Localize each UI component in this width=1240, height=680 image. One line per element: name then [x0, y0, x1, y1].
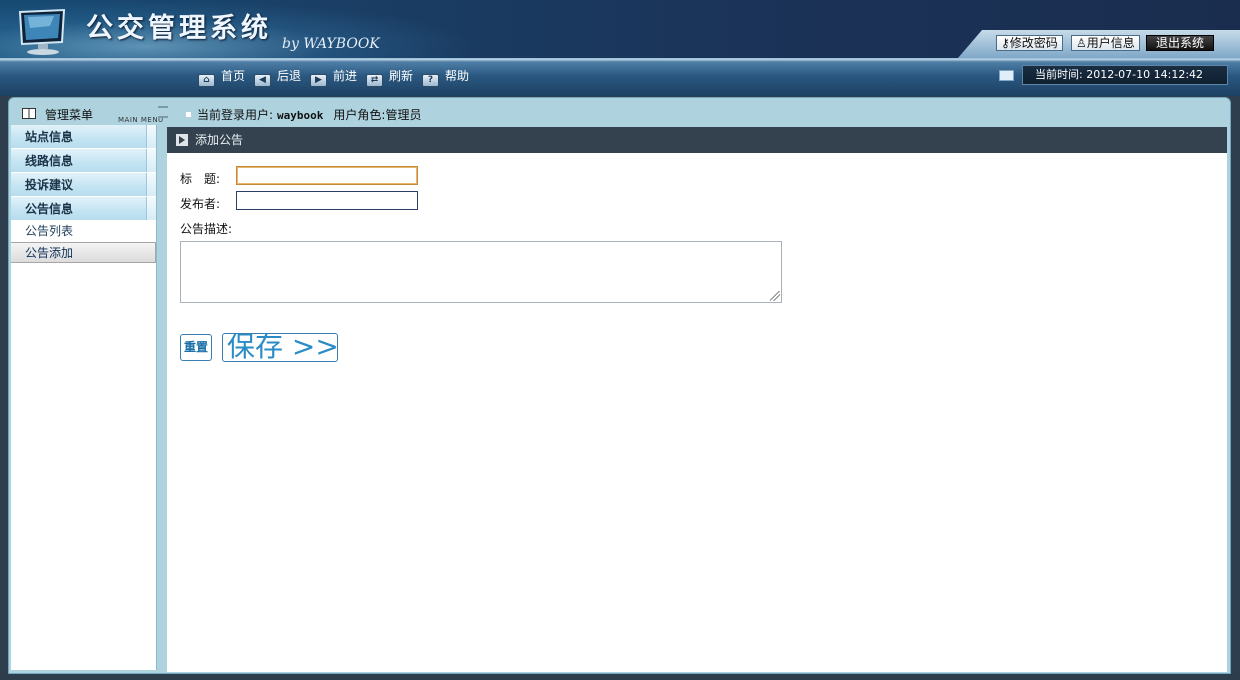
bullet-icon: [186, 112, 191, 117]
monitor-logo-icon: [18, 8, 66, 55]
login-role-value: 管理员: [385, 108, 422, 122]
user-info-label: 用户信息: [1086, 36, 1135, 50]
app-byline: by WAYBOOK: [282, 36, 380, 52]
sidebar-title: 管理菜单: [45, 108, 94, 122]
home-icon: ⌂: [198, 74, 215, 87]
menu-book-icon: [22, 108, 36, 119]
author-label: 发布者:: [180, 197, 221, 211]
reset-button[interactable]: 重置: [180, 334, 212, 361]
arrow-right-icon: ▶: [310, 74, 327, 87]
description-textarea[interactable]: [180, 241, 782, 303]
nav-home-label: 首页: [221, 69, 246, 83]
app-title: 公交管理系统: [86, 13, 272, 44]
nav-back[interactable]: ◀ 后退: [254, 68, 302, 87]
login-role-label: 用户角色:: [333, 108, 386, 122]
sidebar-group-complaints[interactable]: 投诉建议: [11, 173, 156, 197]
main-content: 添加公告 标 题: 发布者: 公告描述: 重置 保存 >>: [167, 127, 1227, 672]
login-info: 当前登录用户: waybook 用户角色:管理员: [186, 106, 421, 123]
screen-icon: [999, 70, 1014, 81]
content-header: 添加公告: [167, 127, 1227, 153]
current-time-value: 2012-07-10 14:12:42: [1086, 68, 1204, 81]
key-icon: ⚷: [1001, 36, 1010, 50]
save-button[interactable]: 保存 >>: [222, 333, 338, 362]
nav-forward[interactable]: ▶ 前进: [310, 68, 358, 87]
resize-grip-icon[interactable]: [770, 291, 780, 301]
sidebar-header: 管理菜单 MAIN MENU: [10, 102, 170, 124]
nav-home[interactable]: ⌂ 首页: [198, 68, 246, 87]
author-input[interactable]: [236, 191, 418, 210]
arrow-left-icon: ◀: [254, 74, 271, 87]
refresh-icon: ⇄: [366, 74, 383, 87]
nav-refresh-label: 刷新: [389, 69, 414, 83]
sidebar-group-stations[interactable]: 站点信息: [11, 125, 156, 149]
sidebar: 站点信息 线路信息 投诉建议 公告信息 公告列表 公告添加: [11, 125, 157, 670]
logout-button[interactable]: 退出系统: [1146, 35, 1214, 51]
user-info-button[interactable]: ♙用户信息: [1071, 35, 1140, 51]
description-label: 公告描述:: [180, 222, 233, 236]
change-password-button[interactable]: ⚷修改密码: [996, 35, 1063, 51]
nav-forward-label: 前进: [333, 69, 358, 83]
nav-refresh[interactable]: ⇄ 刷新: [366, 68, 414, 87]
nav-back-label: 后退: [277, 69, 302, 83]
bottom-border: [0, 674, 1240, 680]
user-icon: ♙: [1076, 36, 1087, 50]
play-icon: [176, 134, 188, 146]
app-header: 公交管理系统 by WAYBOOK ⚷修改密码 ♙用户信息 退出系统 ⌂ 首页 ◀…: [0, 0, 1240, 96]
nav-help[interactable]: ? 帮助: [422, 68, 470, 87]
login-user-value: waybook: [277, 109, 324, 122]
sidebar-group-routes[interactable]: 线路信息: [11, 149, 156, 173]
current-time: 当前时间: 2012-07-10 14:12:42: [1022, 65, 1228, 85]
login-user-label: 当前登录用户:: [197, 108, 274, 122]
sidebar-item-notice-add[interactable]: 公告添加: [11, 242, 156, 263]
title-input[interactable]: [236, 166, 418, 185]
sidebar-item-notice-list[interactable]: 公告列表: [11, 221, 156, 242]
title-label: 标 题:: [180, 172, 221, 186]
nav-help-label: 帮助: [445, 69, 470, 83]
collapse-menu-icon[interactable]: [158, 106, 168, 118]
current-time-label: 当前时间:: [1035, 68, 1083, 81]
change-password-label: 修改密码: [1009, 36, 1058, 50]
content-heading: 添加公告: [195, 133, 244, 147]
sidebar-group-notices[interactable]: 公告信息: [11, 197, 156, 221]
help-icon: ?: [422, 74, 439, 87]
